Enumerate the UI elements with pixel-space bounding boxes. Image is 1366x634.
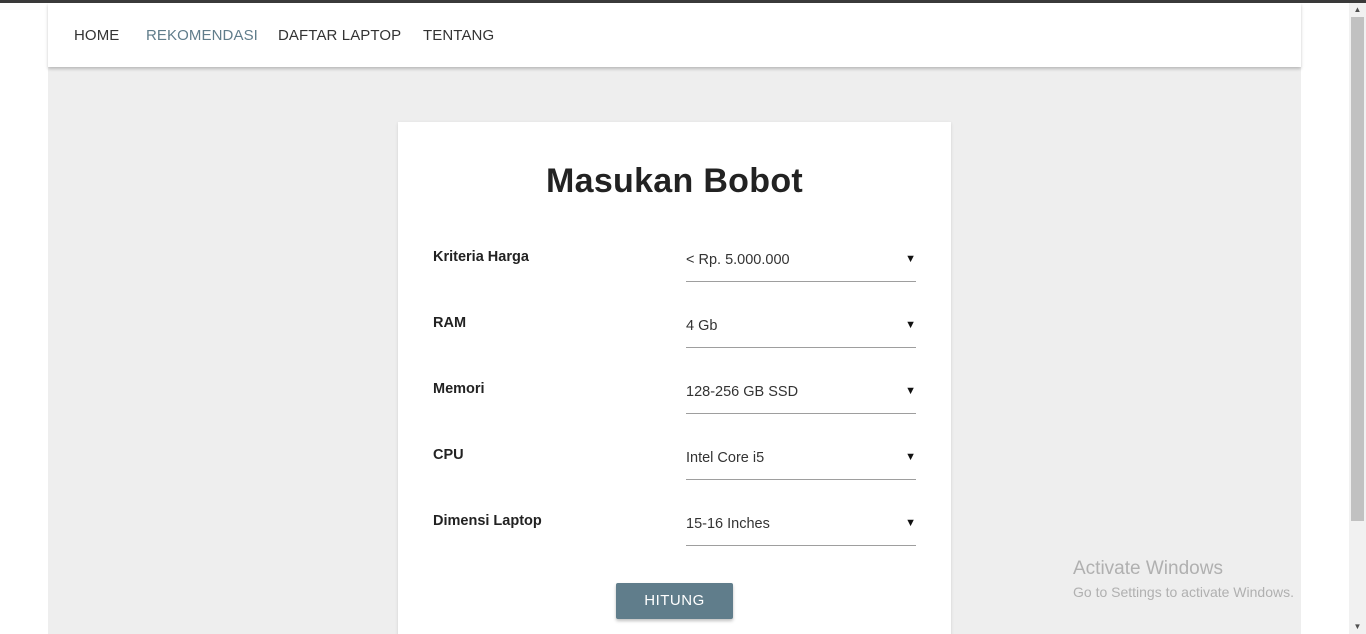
select-ram[interactable]: 4 Gb ▼ [686, 310, 916, 348]
select-value: 15-16 Inches [686, 516, 770, 532]
dropdown-arrow-icon: ▼ [905, 451, 916, 463]
scroll-thumb[interactable] [1351, 17, 1364, 521]
scroll-down-icon[interactable]: ▼ [1349, 620, 1366, 634]
label-ram: RAM [433, 315, 467, 331]
dropdown-arrow-icon: ▼ [905, 253, 916, 265]
label-memori: Memori [433, 381, 485, 397]
weight-form-card: Masukan Bobot Kriteria Harga < Rp. 5.000… [398, 122, 951, 634]
select-value: Intel Core i5 [686, 450, 765, 466]
select-memori[interactable]: 128-256 GB SSD ▼ [686, 376, 916, 414]
dropdown-arrow-icon: ▼ [905, 385, 916, 397]
navbar: HOME REKOMENDASI DAFTAR LAPTOP TENTANG [48, 3, 1301, 67]
form-title: Masukan Bobot [545, 162, 804, 200]
nav-daftar-laptop[interactable]: DAFTAR LAPTOP [278, 27, 401, 44]
hitung-button[interactable]: HITUNG [616, 583, 733, 619]
label-cpu: CPU [433, 447, 464, 463]
page-container: HOME REKOMENDASI DAFTAR LAPTOP TENTANG M… [48, 3, 1301, 634]
select-value: < Rp. 5.000.000 [686, 252, 790, 268]
nav-home[interactable]: HOME [74, 27, 119, 44]
select-dimensi-laptop[interactable]: 15-16 Inches ▼ [686, 508, 916, 546]
dropdown-arrow-icon: ▼ [905, 517, 916, 529]
nav-tentang[interactable]: TENTANG [423, 27, 494, 44]
select-kriteria-harga[interactable]: < Rp. 5.000.000 ▼ [686, 244, 916, 282]
watermark-subtitle: Go to Settings to activate Windows. [1073, 584, 1294, 600]
label-dimensi-laptop: Dimensi Laptop [433, 513, 542, 529]
activate-windows-watermark: Activate Windows Go to Settings to activ… [1073, 558, 1294, 600]
select-value: 4 Gb [686, 318, 718, 334]
scroll-up-icon[interactable]: ▲ [1349, 3, 1366, 17]
dropdown-arrow-icon: ▼ [905, 319, 916, 331]
label-kriteria-harga: Kriteria Harga [433, 249, 529, 265]
select-cpu[interactable]: Intel Core i5 ▼ [686, 442, 916, 480]
nav-rekomendasi[interactable]: REKOMENDASI [146, 27, 258, 44]
watermark-title: Activate Windows [1073, 558, 1223, 579]
select-value: 128-256 GB SSD [686, 384, 799, 400]
vertical-scrollbar[interactable]: ▲ ▼ [1349, 3, 1366, 634]
